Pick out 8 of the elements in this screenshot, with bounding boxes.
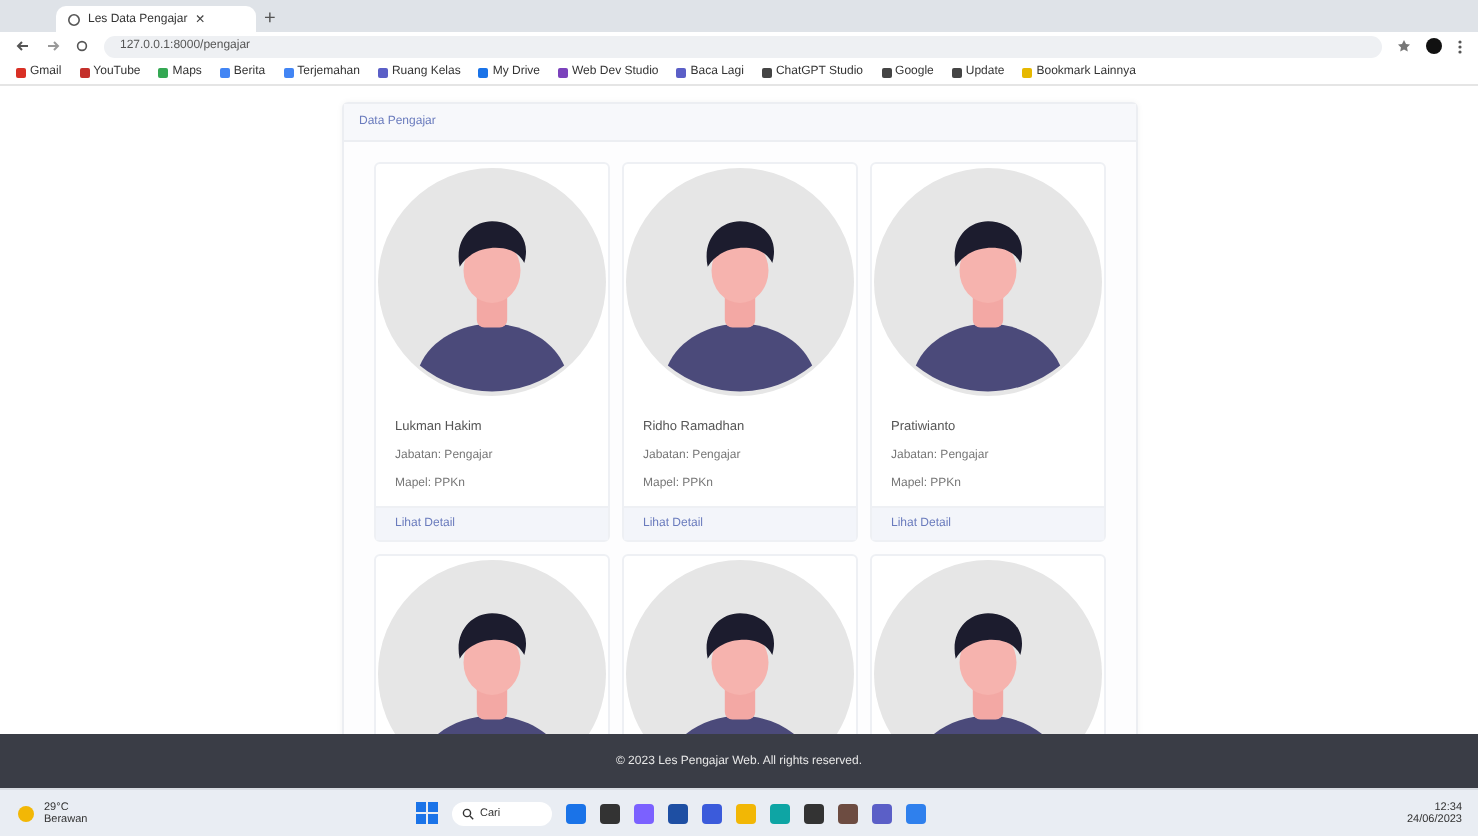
start-icon[interactable] bbox=[416, 802, 438, 824]
close-icon[interactable]: × bbox=[195, 10, 244, 28]
star-icon[interactable] bbox=[1398, 40, 1410, 52]
new-tab-button[interactable]: + bbox=[264, 8, 276, 30]
forward-icon[interactable] bbox=[46, 40, 60, 52]
profile-avatar[interactable] bbox=[1426, 38, 1442, 54]
search-icon bbox=[462, 807, 474, 819]
back-icon[interactable] bbox=[16, 40, 30, 52]
